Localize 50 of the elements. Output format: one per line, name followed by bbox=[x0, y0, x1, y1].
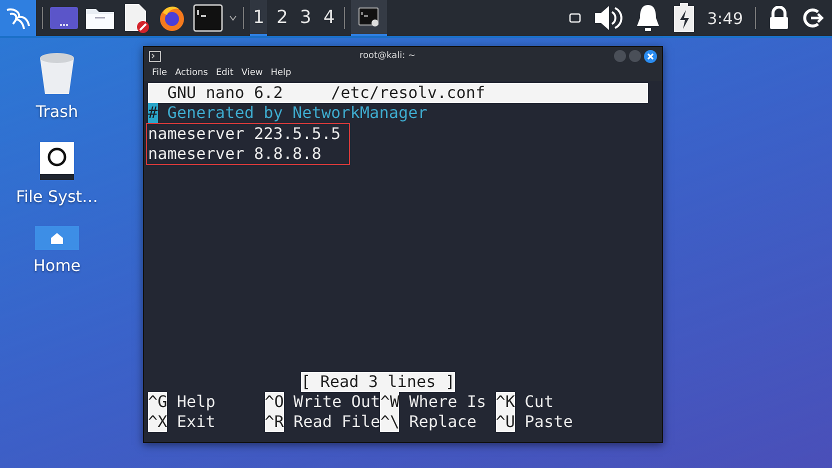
lock-icon[interactable] bbox=[768, 6, 790, 30]
status-message: [ Read 3 lines ] bbox=[300, 372, 456, 392]
shortcut-label: Read File bbox=[293, 412, 380, 432]
desktop-icon-label[interactable]: Home bbox=[33, 256, 81, 275]
desktop-icon-label[interactable]: Trash bbox=[36, 102, 78, 121]
caret-icon[interactable] bbox=[229, 14, 237, 22]
shortcut-key: ^K bbox=[496, 392, 516, 412]
shortcut-label: Where Is bbox=[409, 392, 486, 412]
terminal-icon bbox=[358, 7, 380, 27]
clock[interactable]: 3:49 bbox=[707, 8, 743, 28]
terminal-task-button[interactable] bbox=[350, 0, 387, 36]
trash-icon[interactable] bbox=[37, 52, 77, 96]
shortcut-label: Write Out bbox=[293, 392, 380, 412]
shortcut-key: ^X bbox=[148, 412, 168, 432]
file-name: /etc/resolv.conf bbox=[331, 83, 486, 103]
shortcut-label: Cut bbox=[524, 392, 554, 412]
shortcut-key: ^R bbox=[264, 412, 284, 432]
menu-item[interactable]: Actions bbox=[175, 68, 208, 78]
menu-item[interactable]: View bbox=[241, 68, 263, 78]
close-icon[interactable] bbox=[644, 50, 657, 62]
logout-icon[interactable] bbox=[802, 7, 824, 29]
shortcut-key: ^G bbox=[148, 392, 168, 412]
menu-item[interactable]: Edit bbox=[216, 68, 234, 78]
menu-item[interactable]: Help bbox=[270, 68, 292, 78]
home-folder-icon[interactable] bbox=[35, 226, 79, 250]
cursor-char: # bbox=[148, 103, 158, 123]
shortcut-key: ^U bbox=[496, 412, 516, 432]
desktop-icon-label[interactable]: File Syst… bbox=[16, 187, 98, 206]
drive-icon[interactable] bbox=[39, 141, 75, 181]
shortcut-key: ^\ bbox=[380, 412, 400, 432]
bell-icon[interactable] bbox=[635, 3, 662, 33]
terminal-icon bbox=[149, 50, 161, 62]
shortcut-label: Exit bbox=[176, 412, 216, 432]
editor-version: GNU nano 6.2 bbox=[167, 83, 283, 103]
window-title: root@kali: ~ bbox=[358, 51, 417, 61]
workspace-button[interactable]: 1 bbox=[250, 0, 268, 36]
config-line: nameserver 8.8.8.8 bbox=[148, 144, 322, 164]
comment-line: Generated by NetworkManager bbox=[167, 103, 428, 123]
menu-item[interactable]: File bbox=[152, 68, 168, 78]
shortcut-key: ^O bbox=[264, 392, 284, 412]
window-icon[interactable] bbox=[569, 13, 582, 23]
shortcut-label: Replace bbox=[409, 412, 477, 432]
shortcut-label: Help bbox=[176, 392, 216, 412]
workspace-icon[interactable] bbox=[49, 5, 79, 31]
app-menu-button[interactable] bbox=[0, 0, 36, 36]
battery-icon[interactable] bbox=[673, 3, 696, 33]
terminal-icon[interactable] bbox=[193, 4, 223, 32]
shortcut-label: Paste bbox=[524, 412, 573, 432]
config-line: nameserver 223.5.5.5 bbox=[148, 124, 341, 144]
volume-icon[interactable] bbox=[593, 4, 624, 32]
